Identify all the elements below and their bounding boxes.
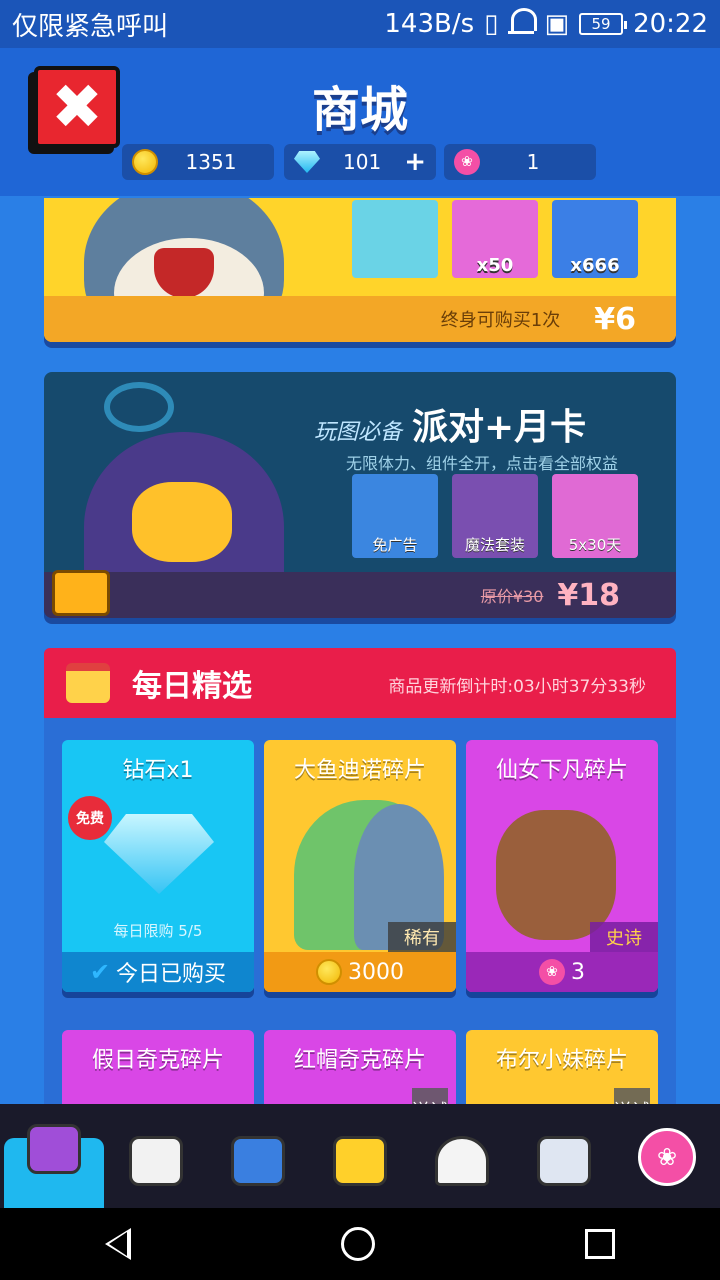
- battery-icon: 59: [579, 13, 628, 35]
- gem-icon: [294, 151, 320, 173]
- home-icon[interactable]: [341, 1227, 375, 1261]
- tab-character[interactable]: [310, 1114, 410, 1208]
- coin-icon: [132, 149, 158, 175]
- product-name: 布尔小妹碎片: [495, 1048, 628, 1073]
- starter-pack-banner[interactable]: x50 x666 终身可购买1次 ¥6: [44, 198, 676, 342]
- price-button[interactable]: ❀ 3: [466, 952, 658, 992]
- chick-face: [132, 482, 232, 562]
- rarity-badge: 史诗: [590, 922, 658, 952]
- purchase-limit-note: 终身可购买1次: [440, 310, 561, 331]
- product-card-redhat-chick[interactable]: 红帽奇克碎片 送试用: [264, 1030, 456, 1104]
- back-icon[interactable]: [105, 1228, 131, 1260]
- lotus-button[interactable]: ❀: [638, 1128, 696, 1186]
- price-button[interactable]: 3000: [264, 952, 456, 992]
- tab-tv[interactable]: [208, 1114, 308, 1208]
- purchased-label: 今日已购买: [116, 962, 227, 987]
- check-icon: ✔: [89, 958, 111, 986]
- party-monthly-card-banner[interactable]: 玩图必备 派对+月卡 无限体力、组件全开，点击看全部权益 免广告 魔法套装 5x…: [44, 372, 676, 618]
- shop-icon: [66, 663, 110, 703]
- product-name: 大鱼迪诺碎片: [293, 758, 426, 783]
- product-card-diamond[interactable]: 钻石x1 免费 每日限购 5/5 ✔ 今日已购买: [62, 740, 254, 992]
- tv-icon: [52, 570, 110, 616]
- daily-limit: 每日限购 5/5: [113, 922, 203, 940]
- store-scroll-area[interactable]: x50 x666 终身可购买1次 ¥6 玩图必备 派对+月卡 无限体力、组件全开…: [0, 196, 720, 1104]
- rarity-badge: 稀有: [388, 922, 456, 952]
- clock: 20:22: [633, 9, 708, 39]
- product-name: 假日奇克碎片: [91, 1048, 224, 1073]
- horse-character: [496, 810, 616, 940]
- coin-icon: [316, 959, 342, 985]
- daily-gems-tile: 5x30天: [552, 474, 638, 558]
- pig-tv-icon: [231, 1136, 285, 1186]
- lotus-icon: ❀: [656, 1143, 678, 1171]
- starter-price: ¥6: [594, 301, 636, 337]
- gem-bundle-tile: x50: [452, 200, 538, 278]
- party-script-title: 玩图必备: [314, 420, 403, 445]
- tab-pet[interactable]: [412, 1114, 512, 1208]
- chick-face-icon: [333, 1136, 387, 1186]
- lotus-icon: ❀: [539, 959, 565, 985]
- bottom-tab-bar: ❀: [0, 1104, 720, 1208]
- dog-icon: [435, 1136, 489, 1186]
- product-name: 钻石x1: [122, 758, 194, 783]
- coin-value: 1351: [185, 150, 237, 174]
- coin-balance: 1351: [122, 144, 274, 180]
- daily-picks-header: 每日精选 商品更新倒计时:03小时37分33秒: [44, 648, 676, 718]
- product-card-fairy-shard[interactable]: 仙女下凡碎片 史诗 ❀ 3: [466, 740, 658, 992]
- store-header: ✖ 商城 1351 101 + ❀ 1: [0, 48, 720, 196]
- tab-stamp[interactable]: [514, 1114, 614, 1208]
- gem-value: 101: [343, 150, 382, 174]
- party-subtitle: 无限体力、组件全开，点击看全部权益: [346, 454, 619, 473]
- party-price: ¥18: [557, 577, 620, 613]
- party-price-bar: 原价¥30 ¥18: [44, 572, 676, 618]
- daily-picks-title: 每日精选: [132, 669, 252, 704]
- add-gems-icon[interactable]: +: [404, 147, 426, 177]
- tab-favorites[interactable]: [106, 1114, 206, 1208]
- product-card-bull-sister[interactable]: 布尔小妹碎片 送试用: [466, 1030, 658, 1104]
- chest-icon: [27, 1124, 81, 1174]
- purchased-status: ✔ 今日已购买: [62, 952, 254, 992]
- stamp-icon: [537, 1136, 591, 1186]
- page-title: 商城: [311, 82, 408, 138]
- shark-skin-tile: [352, 200, 438, 278]
- lotus-balance: ❀ 1: [444, 144, 596, 180]
- status-right: 143B/s ▯ ▣ 59 20:22: [384, 8, 708, 39]
- coin-bundle-tile: x666: [552, 200, 638, 278]
- recent-apps-icon[interactable]: [585, 1229, 615, 1259]
- product-card-holiday-chick[interactable]: 假日奇克碎片: [62, 1030, 254, 1104]
- daily-picks-section: 每日精选 商品更新倒计时:03小时37分33秒 钻石x1 免费 每日限购 5/5…: [44, 648, 676, 1104]
- net-speed: 143B/s: [384, 9, 475, 39]
- product-card-dino-shard[interactable]: 大鱼迪诺碎片 稀有 3000: [264, 740, 456, 992]
- price-value: 3000: [348, 959, 404, 985]
- wifi-icon: [508, 8, 538, 34]
- vibrate-icon: ▯: [484, 9, 499, 39]
- magic-outfit-tile: 魔法套装: [452, 474, 538, 558]
- trial-badge: 送试用: [614, 1088, 650, 1104]
- party-main-title: 派对+月卡: [412, 407, 587, 448]
- product-name: 红帽奇克碎片: [293, 1048, 426, 1073]
- status-bar: 仅限紧急呼叫 143B/s ▯ ▣ 59 20:22: [0, 0, 720, 48]
- lotus-value: 1: [526, 150, 540, 174]
- party-title: 玩图必备 派对+月卡: [314, 398, 586, 450]
- star-chat-icon: [129, 1136, 183, 1186]
- diamond-icon: [104, 814, 214, 894]
- free-badge: 免费: [68, 796, 112, 840]
- price-value: 3: [571, 959, 585, 985]
- refresh-countdown: 商品更新倒计时:03小时37分33秒: [388, 677, 646, 697]
- starter-price-bar: 终身可购买1次 ¥6: [44, 296, 676, 342]
- system-nav-bar: [0, 1208, 720, 1280]
- lotus-icon: ❀: [454, 149, 480, 175]
- tab-shop[interactable]: [4, 1124, 104, 1208]
- status-carrier-text: 仅限紧急呼叫: [12, 11, 169, 42]
- product-name: 仙女下凡碎片: [495, 758, 628, 783]
- no-ads-tile: 免广告: [352, 474, 438, 558]
- trial-badge: 送试用: [412, 1088, 448, 1104]
- sim-icon: ▣: [544, 9, 570, 39]
- original-price: 原价¥30: [480, 587, 544, 606]
- gem-balance[interactable]: 101 +: [284, 144, 436, 180]
- magic-swirl-icon: [104, 382, 174, 432]
